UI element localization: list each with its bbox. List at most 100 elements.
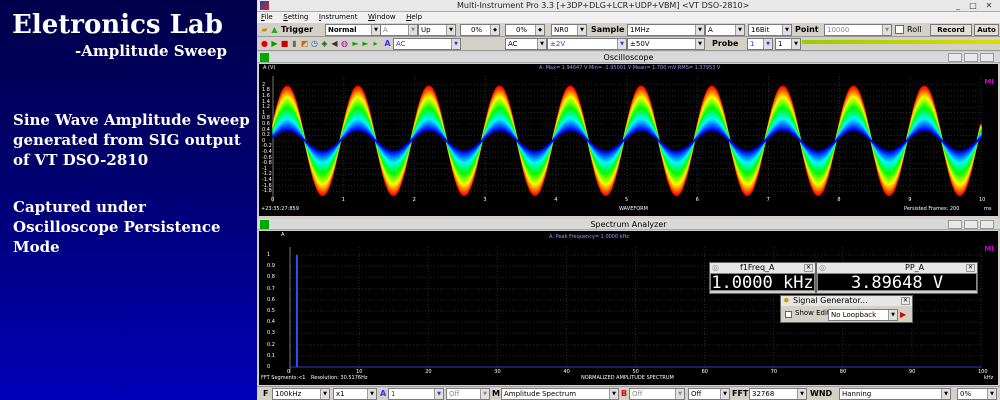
chevron-down-icon: ▼ bbox=[408, 25, 417, 35]
spectrum-mode-select[interactable]: Amplitude Spectrum ▼ bbox=[501, 388, 619, 400]
spin-icon: ◆ bbox=[535, 25, 544, 35]
trigger-level-stepper[interactable]: 0% ◆ bbox=[460, 24, 500, 36]
x-tick-label: 70 bbox=[770, 369, 778, 375]
toolbar-channel: ● ▶ ■ ▮ ◩ ◷ ◈ ◀ ◍ ► ► ▸ A AC ▼ AC ▼ ±2V ▼ ±… bbox=[257, 37, 1000, 51]
chevron-down-icon: ▼ bbox=[735, 25, 744, 35]
trigger-icon[interactable]: ▲ bbox=[270, 25, 279, 34]
oscilloscope-title: Oscilloscope bbox=[603, 53, 654, 62]
chevron-down-icon: ▼ bbox=[791, 39, 800, 49]
panel-restore-button[interactable] bbox=[964, 220, 978, 229]
signal-generator-window[interactable]: ✸ Signal Generator... ✕ Show Editor No L… bbox=[780, 295, 913, 323]
play-icon[interactable]: ▶ bbox=[900, 310, 906, 319]
chevron-down-icon: ▼ bbox=[763, 39, 772, 49]
window-function-select[interactable]: Hanning ▼ bbox=[839, 388, 951, 400]
osc-x-label: WAVEFORM bbox=[619, 206, 648, 212]
spectrum-titlebar: Spectrum Analyzer bbox=[257, 219, 1000, 230]
panel-minimize-button[interactable] bbox=[948, 220, 962, 229]
chevron-down-icon: ▼ bbox=[797, 389, 806, 399]
roll-checkbox[interactable] bbox=[895, 25, 904, 34]
fft-size-select[interactable]: 32768 ▼ bbox=[749, 388, 807, 400]
b-average-select[interactable]: Off ▼ bbox=[629, 388, 685, 400]
sample-label: Sample bbox=[591, 25, 625, 34]
range-b-select[interactable]: ±50V ▼ bbox=[627, 38, 705, 50]
chevron-down-icon: ▼ bbox=[882, 25, 891, 35]
oscilloscope-plot[interactable]: A (V) A: Max= 1.94647 V Min= -1.95001 V … bbox=[259, 64, 998, 216]
x-tick-label: 10 bbox=[979, 197, 986, 203]
trigger-mode-select[interactable]: Normal ▼ bbox=[325, 24, 381, 36]
close-icon[interactable]: ✕ bbox=[901, 297, 910, 305]
stop-icon[interactable]: ■ bbox=[280, 39, 289, 48]
coupling-b-select[interactable]: AC ▼ bbox=[505, 38, 547, 50]
pp-window-title: PP_A bbox=[905, 263, 925, 272]
play-icon[interactable]: ▶ bbox=[270, 39, 279, 48]
open-folder-icon[interactable]: ▰ bbox=[260, 25, 269, 34]
menu-window[interactable]: Window bbox=[364, 12, 400, 23]
point-label: Point bbox=[795, 25, 819, 34]
trigger-edge-select[interactable]: Up ▼ bbox=[418, 24, 456, 36]
close-icon[interactable]: ✕ bbox=[804, 264, 813, 272]
spin-icon: ◆ bbox=[490, 25, 499, 35]
maximize-button[interactable]: □ bbox=[967, 1, 979, 11]
probe-b-select[interactable]: 1 ▼ bbox=[775, 38, 801, 50]
panel-restore-button[interactable] bbox=[964, 53, 978, 62]
trigger-channel-select[interactable]: A ▼ bbox=[380, 24, 418, 36]
speaker-icon[interactable]: ◀ bbox=[330, 39, 339, 48]
menu-instrument[interactable]: Instrument bbox=[315, 12, 362, 23]
menu-setting[interactable]: Setting bbox=[279, 12, 312, 23]
probe-a-select[interactable]: 1 ▼ bbox=[747, 38, 773, 50]
signal-icon[interactable]: ◍ bbox=[340, 39, 349, 48]
screenshot-icon[interactable]: ◩ bbox=[300, 39, 309, 48]
osc-stats: A: Max= 1.94647 V Min= -1.95001 V Mean= … bbox=[539, 65, 721, 71]
y-tick-label: 0.7 bbox=[267, 285, 275, 292]
points-select[interactable]: 10000 ▼ bbox=[824, 24, 892, 36]
record-icon[interactable]: ● bbox=[260, 39, 269, 48]
span-select[interactable]: 100kHz ▼ bbox=[272, 388, 330, 400]
oscilloscope-chart bbox=[272, 76, 982, 202]
oscilloscope-titlebar: Oscilloscope bbox=[257, 52, 1000, 63]
record-button[interactable]: Record bbox=[930, 24, 972, 36]
channel-select[interactable]: A ▼ bbox=[705, 24, 745, 36]
clock-icon[interactable]: ◷ bbox=[310, 39, 319, 48]
overlap-select[interactable]: 0% ▼ bbox=[957, 388, 997, 400]
zoom-select[interactable]: x1 ▼ bbox=[333, 388, 377, 400]
loopback-select[interactable]: No Loopback ▼ bbox=[828, 309, 898, 321]
bit-depth-select[interactable]: 16Bit ▼ bbox=[748, 24, 792, 36]
chevron-down-icon: ▼ bbox=[695, 25, 704, 35]
roll-label: Roll bbox=[907, 25, 922, 34]
run-icon[interactable]: ► bbox=[351, 39, 360, 48]
auto-button[interactable]: Auto bbox=[974, 24, 999, 36]
sample-rate-select[interactable]: 1MHz ▼ bbox=[627, 24, 705, 36]
x-tick-label: 50 bbox=[632, 369, 639, 375]
step-forward-icon[interactable]: ▸ bbox=[371, 39, 380, 48]
chevron-down-icon: ▼ bbox=[720, 389, 729, 399]
b-hold-select[interactable]: Off ▼ bbox=[688, 388, 730, 400]
frequency-readout-window[interactable]: ◎ f1Freq_A ✕ 1.0000 kHz bbox=[709, 262, 816, 294]
meter-icon[interactable]: ◈ bbox=[320, 39, 329, 48]
peak-hold-select[interactable]: Off ▼ bbox=[446, 388, 490, 400]
trigger-delay-stepper[interactable]: 0% ◆ bbox=[505, 24, 545, 36]
panel-close-button[interactable] bbox=[980, 53, 994, 62]
minimize-button[interactable]: _ bbox=[952, 1, 964, 11]
coupling-a-select[interactable]: AC ▼ bbox=[393, 38, 461, 50]
x-tick-label: 1 bbox=[341, 197, 345, 203]
noise-reduction-select[interactable]: NR0 ▼ bbox=[551, 24, 587, 36]
close-icon[interactable]: ✕ bbox=[966, 264, 975, 272]
osc-unit-label: A (V) bbox=[263, 65, 276, 71]
close-button[interactable]: ✕ bbox=[983, 1, 995, 11]
x-tick-label: 90 bbox=[908, 369, 916, 375]
step-icon[interactable]: ▮ bbox=[290, 39, 299, 48]
pp-readout-window[interactable]: ◎ PP_A ✕ 3.89648 V bbox=[816, 262, 978, 294]
spectrum-peak bbox=[295, 255, 298, 367]
menu-file[interactable]: File bbox=[257, 12, 277, 23]
run-once-icon[interactable]: ► bbox=[361, 39, 370, 48]
show-editor-checkbox[interactable] bbox=[785, 311, 792, 318]
chevron-down-icon: ▼ bbox=[617, 39, 626, 49]
menu-help[interactable]: Help bbox=[402, 12, 426, 23]
y-tick-label: 0.6 bbox=[267, 296, 275, 303]
panel-close-button[interactable] bbox=[980, 220, 994, 229]
a-average-select[interactable]: 1 ▼ bbox=[388, 388, 444, 400]
panel-minimize-button[interactable] bbox=[948, 53, 962, 62]
range-a-select[interactable]: ±2V ▼ bbox=[547, 38, 627, 50]
x-tick-label: 5 bbox=[625, 197, 629, 203]
x-tick-label: 100 bbox=[978, 369, 988, 375]
